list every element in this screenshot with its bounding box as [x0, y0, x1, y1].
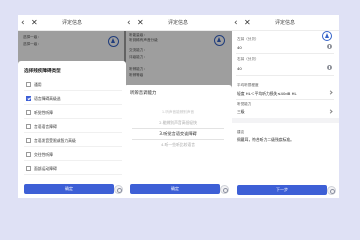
- checkbox[interactable]: [26, 124, 31, 129]
- remark-label: 建议: [237, 130, 245, 134]
- divider: [236, 99, 334, 100]
- floating-assist-icon[interactable]: [220, 185, 229, 194]
- picker-option[interactable]: 2.能辨别声音高低轻快: [124, 120, 232, 126]
- remark-text[interactable]: 佩戴耳，符合听力二级残疾标准。: [237, 137, 294, 143]
- close-icon[interactable]: ✕: [31, 15, 38, 31]
- field-value[interactable]: 40: [237, 45, 242, 50]
- screen-disability-type: ‹ ✕ 评定信息 选择一级： 选择一级： 选择残疾障碍类型 通用 语言障碍高级选…: [18, 15, 126, 198]
- field-label: 左耳（分贝）: [237, 37, 259, 41]
- checkbox[interactable]: [26, 138, 31, 143]
- option-item[interactable]: 言语发音受限或智力高级: [24, 134, 122, 147]
- option-label: 言语语言障碍: [34, 124, 57, 129]
- nav-bar: ‹ ✕ 评定信息: [18, 15, 126, 31]
- screen-assessment-result: ‹ ✕ 评定信息 左耳（分贝） 40 右耳（分贝） 40 平均听损程度 轻度 H…: [231, 15, 339, 198]
- picker-divider: [132, 128, 224, 129]
- chevron-right-icon[interactable]: [328, 90, 333, 95]
- field-value[interactable]: 40: [237, 66, 242, 71]
- nav-bar: ‹ ✕ 评定信息: [124, 15, 232, 31]
- sheet-title: 选择残疾障碍类型: [24, 69, 61, 74]
- picker-option[interactable]: 1.听声音能辨别声音: [124, 110, 232, 115]
- option-label: 听觉性听障: [34, 110, 53, 115]
- back-icon[interactable]: ‹: [21, 15, 25, 31]
- confirm-button[interactable]: 确定: [24, 184, 114, 194]
- field-value: 轻度 HL＜平均听力损失≤40dB HL: [237, 91, 297, 96]
- checkbox[interactable]: [26, 110, 31, 115]
- option-label: 交往性听障: [34, 152, 53, 157]
- chevron-right-icon[interactable]: [328, 109, 333, 114]
- field-label: 平均听损程度: [237, 83, 259, 87]
- close-icon[interactable]: ✕: [244, 15, 251, 31]
- option-label: 言语发音受限或智力高级: [34, 138, 76, 143]
- back-icon[interactable]: ‹: [234, 15, 238, 31]
- checkbox[interactable]: [26, 152, 31, 157]
- logo-icon: [322, 31, 332, 41]
- divider: [236, 53, 334, 54]
- floating-assist-icon[interactable]: [327, 186, 336, 195]
- picker-sheet: 听辨音调能力 1.听声音能辨别声音 2.能辨别声音高低轻快 3.听觉言语交谈障碍…: [124, 85, 232, 198]
- checkbox-checked[interactable]: [26, 96, 31, 101]
- field-value[interactable]: 三级: [237, 109, 245, 115]
- option-item[interactable]: 面部运动障碍: [24, 162, 122, 175]
- picker-divider: [132, 139, 224, 140]
- option-item[interactable]: 听觉性听障: [24, 106, 122, 119]
- field-label: 听觉能力: [237, 102, 252, 106]
- floating-assist-icon[interactable]: [114, 185, 123, 194]
- option-item[interactable]: 交往性听障: [24, 148, 122, 161]
- type-select-sheet: 选择残疾障碍类型 通用 语言障碍高级选 听觉性听障 言语语言障碍 言语发音受限或…: [18, 61, 126, 198]
- info-icon[interactable]: [327, 44, 332, 49]
- back-icon[interactable]: ‹: [127, 15, 131, 31]
- close-icon[interactable]: ✕: [137, 15, 144, 31]
- nav-bar: ‹ ✕ 评定信息: [231, 15, 339, 31]
- sheet-title: 听辨音调能力: [130, 91, 157, 96]
- picker-option-selected[interactable]: 3.听觉言语交谈障碍: [124, 131, 232, 137]
- option-label: 通用: [34, 82, 42, 87]
- divider: [236, 75, 334, 76]
- info-icon[interactable]: [327, 65, 332, 70]
- checkbox[interactable]: [26, 166, 31, 171]
- option-label: 语言障碍高级选: [34, 96, 61, 101]
- field-label: 右耳（分贝）: [237, 57, 259, 61]
- checkbox[interactable]: [26, 82, 31, 87]
- screen-hearing-picker: ‹ ✕ 评定信息 听能量级： 听到稀有声音分级 交流能力： 评级能力： 听辨能力…: [124, 15, 232, 198]
- option-item[interactable]: 语言障碍高级选: [24, 92, 122, 105]
- option-item[interactable]: 言语语言障碍: [24, 120, 122, 133]
- confirm-button[interactable]: 确定: [130, 184, 220, 194]
- section-gap: [231, 118, 339, 123]
- option-label: 面部运动障碍: [34, 166, 57, 171]
- option-item[interactable]: 通用: [24, 78, 122, 91]
- next-button[interactable]: 下一步: [237, 185, 327, 195]
- picker-option[interactable]: 4.听一些听比较语言: [124, 142, 232, 148]
